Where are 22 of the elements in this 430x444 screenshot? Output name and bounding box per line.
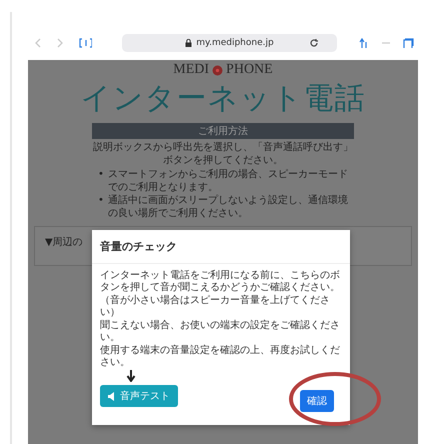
modal-text: （音が小さい場合はスピーカー音量を上げてください）	[100, 295, 331, 319]
modal-text: 使用する端末の音量設定を確認の上、再度お試しください。	[100, 345, 341, 369]
modal-title: 音量のチェック	[92, 230, 350, 264]
lock-icon	[185, 39, 192, 47]
bullet-marker: •	[98, 168, 104, 182]
logo-text: MEDI	[173, 62, 210, 78]
down-arrow-icon	[126, 370, 136, 382]
bullet-item: 通話中に画面がスリープしないよう設定し、通信環境の良い場所でご利用ください。	[108, 194, 349, 220]
modal-text: 聞こえない場合、お使いの端末の設定をご確認ください。	[100, 320, 341, 344]
reload-icon[interactable]	[309, 38, 319, 48]
confirm-button[interactable]: 確認	[300, 390, 334, 412]
instructions-text: 説明ボックスから呼出先を選択し、「音声通話呼び出す」ボタンを押してください。	[92, 141, 354, 167]
url-field[interactable]: my.mediphone.jp	[122, 34, 337, 52]
section-heading: ご利用方法	[92, 123, 354, 139]
tabs-icon[interactable]	[402, 37, 414, 49]
speaker-icon	[108, 392, 116, 400]
bullet-marker: •	[98, 194, 104, 208]
modal-text: インターネット電話をご利用になる前に、こちらのボタンを押して音が聞こえるかどうかご確認ください。	[100, 270, 341, 294]
logo-text: PHONE	[226, 62, 273, 78]
sound-test-button[interactable]: 音声テスト	[100, 385, 178, 407]
page-title: インターネット電話	[80, 80, 366, 118]
bullet-item: スマートフォンからご利用の場合、スピーカーモードでのご利用となります。	[108, 168, 349, 194]
